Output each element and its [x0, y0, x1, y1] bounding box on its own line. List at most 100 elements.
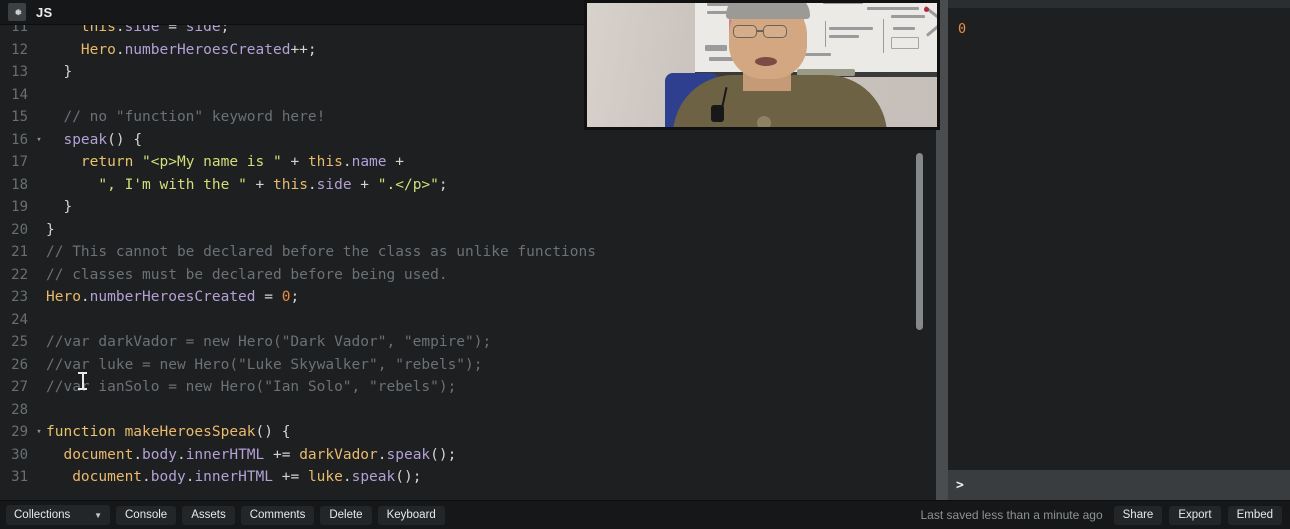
code-line[interactable]: 31 document.body.innerHTML += luke.speak… [0, 466, 936, 489]
video-shirt-logo [757, 116, 771, 127]
video-lapel-microphone [711, 105, 724, 122]
code-token: innerHTML [185, 446, 265, 463]
embed-button[interactable]: Embed [1227, 505, 1282, 525]
code-token: speak [63, 131, 108, 148]
code-line-text: } [46, 61, 72, 84]
export-button[interactable]: Export [1169, 505, 1221, 525]
assets-button[interactable]: Assets [182, 505, 235, 525]
code-token: ; [290, 289, 300, 305]
code-token: name [351, 154, 387, 170]
console-input-row[interactable]: > [948, 471, 1290, 500]
comments-button[interactable]: Comments [240, 505, 315, 525]
code-line[interactable]: 19 } [0, 196, 936, 219]
code-token: speak [351, 469, 396, 485]
code-line[interactable]: 26 //var luke = new Hero("Luke Skywalker"… [0, 354, 936, 377]
line-number: 27 [11, 379, 28, 395]
code-line[interactable]: 30 document.body.innerHTML += darkVador.… [0, 444, 936, 467]
code-token: . [342, 154, 352, 170]
console-input[interactable] [963, 478, 1290, 493]
code-line[interactable]: 21 // This cannot be declared before the … [0, 241, 936, 264]
console-pane-top-bar [948, 0, 1290, 8]
code-token: } [46, 221, 55, 238]
line-number: 21 [11, 244, 28, 260]
code-line[interactable]: 18 ", I'm with the " + this.side + ".</p… [0, 174, 936, 197]
bottom-toolbar: Collections ▼ Console Assets Comments De… [0, 500, 1290, 529]
code-token: += [264, 446, 300, 463]
gear-icon[interactable] [8, 3, 26, 21]
code-token: this [80, 25, 116, 35]
collections-dropdown[interactable]: Collections ▼ [6, 505, 110, 525]
code-line[interactable]: 17 return "<p>My name is " + this.name + [0, 151, 936, 174]
code-token: } [46, 64, 73, 80]
code-token: numberHeroesCreated [89, 289, 256, 305]
code-token: side [185, 25, 221, 35]
code-token: ; [220, 25, 230, 35]
code-token: this [307, 154, 343, 170]
code-token: "<p>My name is " [142, 154, 282, 170]
code-line[interactable]: 16 ▾ speak() { [0, 129, 936, 152]
toolbar-left-group: Collections ▼ Console Assets Comments De… [0, 505, 445, 525]
code-line-text: return "<p>My name is " + this.name + [46, 151, 404, 174]
code-token: body [142, 446, 177, 463]
saved-status: Last saved less than a minute ago [920, 508, 1103, 522]
code-line-text: document.body.innerHTML += darkVador.spe… [46, 444, 456, 467]
line-number: 20 [11, 221, 28, 238]
code-token: } [46, 199, 73, 215]
webcam-video-frame [587, 3, 937, 127]
keyboard-button[interactable]: Keyboard [377, 505, 445, 525]
code-line[interactable]: 25 //var darkVador = new Hero("Dark Vador… [0, 331, 936, 354]
code-token: side [316, 176, 352, 193]
share-button[interactable]: Share [1113, 505, 1163, 525]
code-line[interactable]: 27 //var ianSolo = new Hero("Ian Solo", "… [0, 376, 936, 399]
editor-scrollbar-thumb[interactable] [916, 153, 923, 330]
code-token: . [307, 176, 317, 193]
code-line-text: } [46, 219, 55, 242]
fold-toggle-icon[interactable]: ▾ [32, 421, 46, 444]
code-line[interactable]: 22 // classes must be declared before bei… [0, 264, 936, 287]
code-token: + [351, 176, 378, 193]
delete-button[interactable]: Delete [320, 505, 372, 525]
line-number: 17 [11, 154, 28, 170]
code-line-text: } [46, 196, 72, 219]
line-number: 30 [11, 446, 28, 463]
code-line[interactable]: 20} [0, 219, 936, 242]
code-line[interactable]: 23 Hero.numberHeroesCreated = 0; [0, 286, 936, 309]
code-token: = [159, 25, 186, 35]
console-button[interactable]: Console [116, 505, 177, 525]
code-token: += [273, 469, 308, 485]
video-recording-dot-icon [924, 7, 929, 12]
code-line-text: // classes must be declared before being… [46, 264, 448, 287]
code-line[interactable]: 24 [0, 309, 936, 332]
fold-toggle-icon[interactable]: ▾ [32, 129, 46, 152]
line-number: 14 [11, 86, 28, 103]
line-number: 19 [11, 199, 28, 215]
console-pane: 0 > [948, 0, 1290, 500]
code-line-text: // This cannot be declared before the cl… [46, 241, 596, 264]
code-line-text: document.body.innerHTML += luke.speak(); [46, 466, 421, 489]
code-token: + [281, 154, 308, 170]
code-line[interactable]: 28 [0, 399, 936, 422]
webcam-video-overlay[interactable] [584, 0, 940, 130]
code-line[interactable]: 29 ▾ function makeHeroesSpeak() { [0, 421, 936, 444]
code-token: . [176, 446, 186, 463]
video-person-mouth [755, 57, 777, 66]
console-output: 0 [958, 21, 967, 37]
